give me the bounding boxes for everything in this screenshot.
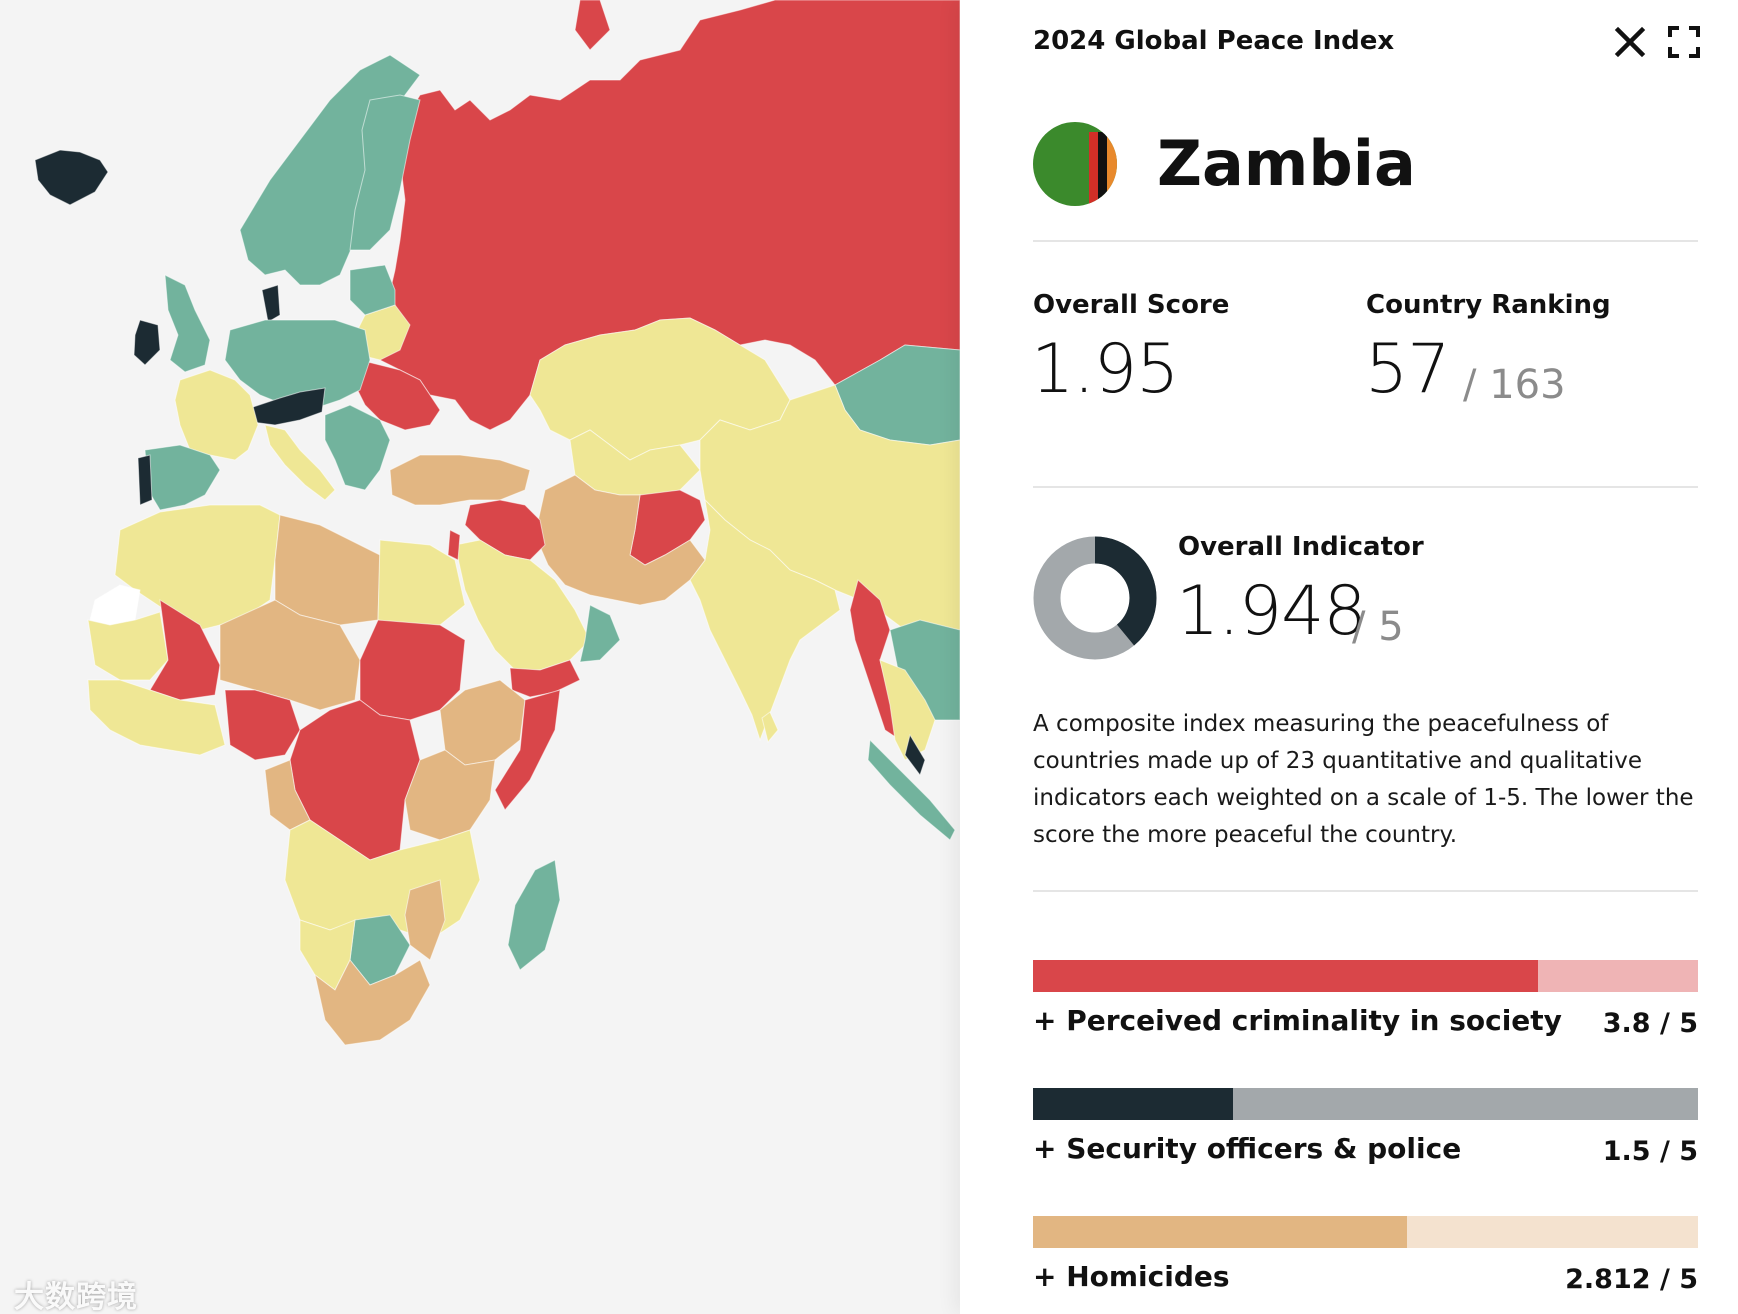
country-portugal[interactable] xyxy=(137,454,153,506)
overall-indicator-value: 1.948 xyxy=(1176,572,1367,651)
close-icon xyxy=(1614,26,1646,58)
country-kenya-tanzania[interactable] xyxy=(404,749,496,841)
divider xyxy=(1033,240,1698,242)
expand-button[interactable] xyxy=(1664,22,1704,62)
panel-title: 2024 Global Peace Index xyxy=(1033,26,1395,56)
watermark-logo: 大数跨境 xyxy=(14,1280,138,1314)
index-description: A composite index measuring the peaceful… xyxy=(1033,711,1694,848)
country-ranking-label: Country Ranking xyxy=(1366,290,1611,320)
divider xyxy=(1033,890,1698,892)
world-map[interactable]: 大数跨境 xyxy=(0,0,960,1314)
country-libya[interactable] xyxy=(274,514,381,626)
country-mozambique[interactable] xyxy=(404,879,446,961)
indicator-score: 3.8 / 5 xyxy=(1602,1008,1698,1039)
indicator-expand-toggle[interactable]: + Security officers & police xyxy=(1033,1132,1461,1165)
country-nigeria[interactable] xyxy=(224,689,301,761)
divider xyxy=(1033,486,1698,488)
country-turkey[interactable] xyxy=(389,454,531,506)
country-oman[interactable] xyxy=(579,604,621,663)
country-ireland[interactable] xyxy=(133,319,161,366)
country-denmark[interactable] xyxy=(261,284,281,323)
country-name: Zambia xyxy=(1157,127,1416,200)
overall-indicator-donut xyxy=(1033,536,1157,660)
country-header: Zambia xyxy=(1033,120,1698,212)
expand-icon xyxy=(1668,26,1700,58)
indicator-bar-track xyxy=(1033,1216,1698,1248)
indicator-bar-fill xyxy=(1033,1216,1407,1248)
overall-score-label: Overall Score xyxy=(1033,290,1230,320)
indicator-expand-toggle[interactable]: + Homicides xyxy=(1033,1260,1230,1293)
country-ranking-total: / 163 xyxy=(1463,362,1566,408)
country-detail-panel: 2024 Global Peace Index Zambia Overall S… xyxy=(960,0,1738,1314)
zambia-flag-icon xyxy=(1033,122,1117,206)
close-button[interactable] xyxy=(1610,22,1650,62)
country-spain[interactable] xyxy=(144,444,221,511)
country-sri-lanka[interactable] xyxy=(761,711,779,744)
overall-indicator-max: / 5 xyxy=(1352,604,1404,650)
country-ranking-value: 57 xyxy=(1365,330,1451,409)
country-madagascar[interactable] xyxy=(507,859,561,971)
indicator-score: 2.812 / 5 xyxy=(1565,1264,1698,1295)
indicator-expand-toggle[interactable]: + Perceived criminality in society xyxy=(1033,1004,1562,1037)
country-baltics[interactable] xyxy=(349,264,396,316)
overall-indicator-label: Overall Indicator xyxy=(1178,532,1424,562)
world-map-svg[interactable] xyxy=(0,0,960,1314)
indicator-bar-track xyxy=(1033,1088,1698,1120)
country-iceland[interactable] xyxy=(34,149,109,206)
country-western-sahara[interactable] xyxy=(89,584,141,626)
country-israel[interactable] xyxy=(447,529,461,561)
overall-score-value: 1.95 xyxy=(1031,330,1179,409)
country-uk[interactable] xyxy=(164,274,211,373)
indicator-bar-fill xyxy=(1033,1088,1233,1120)
indicator-score: 1.5 / 5 xyxy=(1602,1136,1698,1167)
indicator-bar-track xyxy=(1033,960,1698,992)
indicator-bar-fill xyxy=(1033,960,1539,992)
